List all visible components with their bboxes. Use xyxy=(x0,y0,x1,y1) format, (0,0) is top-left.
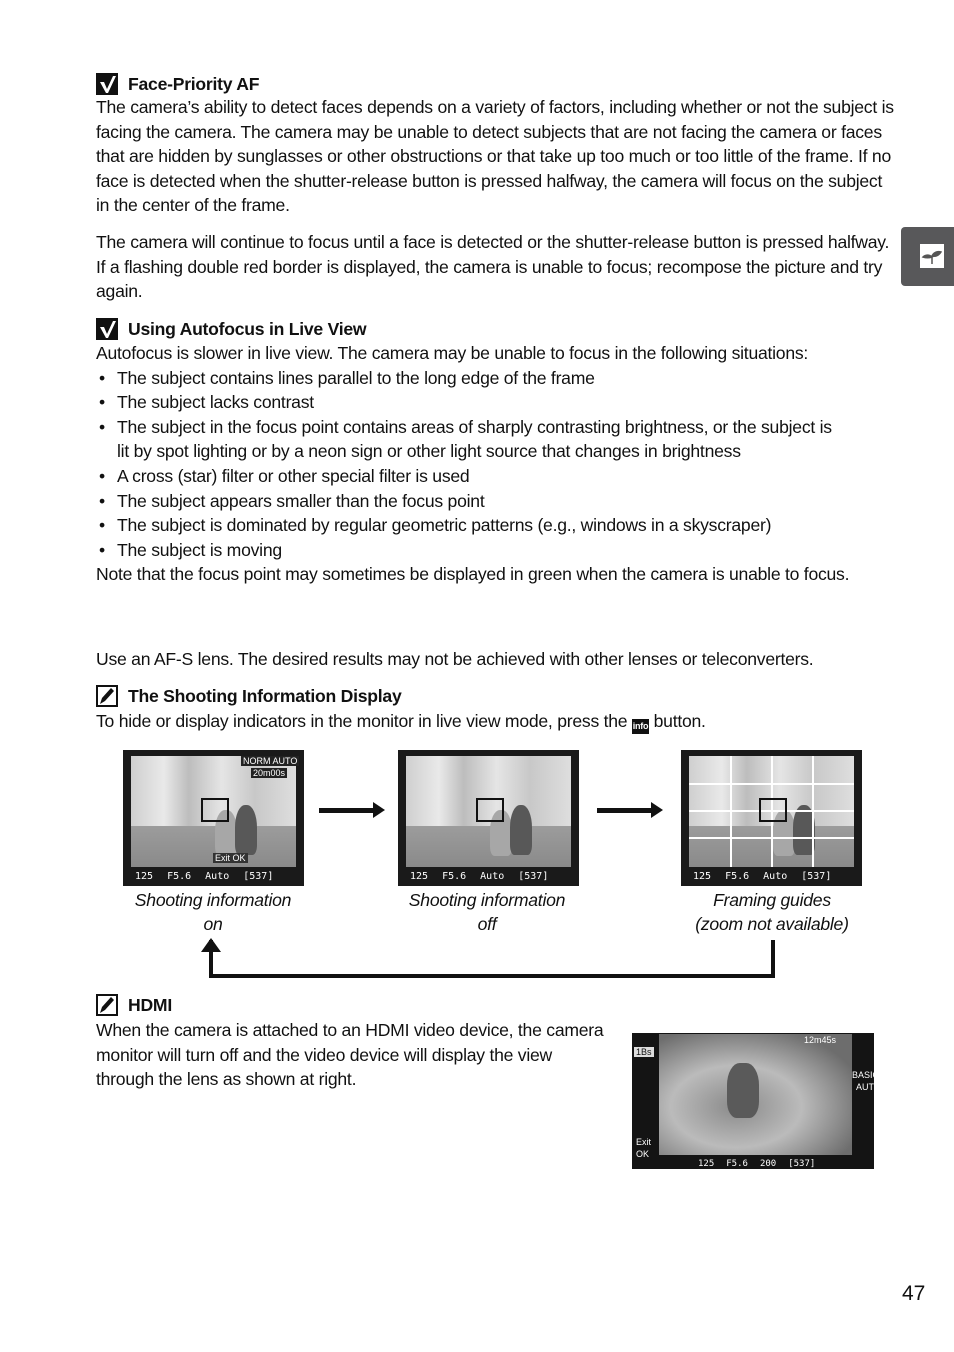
autofocus-body: Autofocus is slower in live view. The ca… xyxy=(96,341,896,587)
check-note-icon xyxy=(96,318,118,340)
chapter-tab[interactable] xyxy=(901,227,954,286)
shooting-info-heading: The Shooting Information Display xyxy=(96,684,896,708)
readout-bar: 125 F5.6 Auto [537] xyxy=(135,870,274,882)
hdmi-paragraph: When the camera is attached to an HDMI v… xyxy=(96,1020,604,1090)
list-item: The subject contains lines parallel to t… xyxy=(96,366,896,391)
shooting-info-paragraph: To hide or display indicators in the mon… xyxy=(96,709,896,734)
return-arrowhead xyxy=(201,938,221,952)
hdmi-screen: 1Bs 12m45s BASIC AUTO Exit OK 125 F5.6 200… xyxy=(632,1033,881,1169)
list-item: The subject appears smaller than the foc… xyxy=(96,489,896,514)
sprout-icon xyxy=(920,244,944,268)
caption: Framing guides (zoom not available) xyxy=(695,890,849,934)
screen-info-off: 125 F5.6 Auto [537] xyxy=(398,750,579,886)
face-priority-paragraph: The camera’s ability to detect faces dep… xyxy=(96,97,894,216)
hdmi-heading: HDMI xyxy=(96,993,896,1017)
list-item: The subject is moving xyxy=(96,538,896,563)
list-item: The subject in the focus point contains … xyxy=(96,415,836,464)
pencil-note-icon xyxy=(96,685,118,707)
return-arrow xyxy=(209,940,775,978)
page-number: 47 xyxy=(902,1282,926,1305)
caption: Shooting information on xyxy=(134,890,292,934)
readout-bar: 125 F5.6 Auto [537] xyxy=(410,870,549,882)
readout-bar: 125 F5.6 Auto [537] xyxy=(693,870,832,882)
face-priority-paragraph-2: The camera will continue to focus until … xyxy=(96,232,890,302)
screen-info-on: NORM AUTO 20m00s Exit OK 125 F5.6 Auto [537… xyxy=(123,750,304,886)
arrow-right xyxy=(319,802,385,818)
arrow-right xyxy=(597,802,663,818)
pencil-note-icon xyxy=(96,994,118,1016)
autofocus-heading: Using Autofocus in Live View xyxy=(96,317,896,341)
situation-list: The subject contains lines parallel to t… xyxy=(96,366,896,563)
list-item: A cross (star) filter or other special f… xyxy=(96,464,896,489)
list-item: The subject is dominated by regular geom… xyxy=(96,513,896,538)
face-priority-heading: Face-Priority AF xyxy=(96,72,896,96)
info-button-icon: info xyxy=(631,719,649,734)
screen-framing-guides: 125 F5.6 Auto [537] xyxy=(681,750,862,886)
caption: Shooting information off xyxy=(408,890,566,934)
list-item: The subject lacks contrast xyxy=(96,390,896,415)
check-note-icon xyxy=(96,73,118,95)
af-s-paragraph: Use an AF-S lens. The desired results ma… xyxy=(96,649,814,669)
